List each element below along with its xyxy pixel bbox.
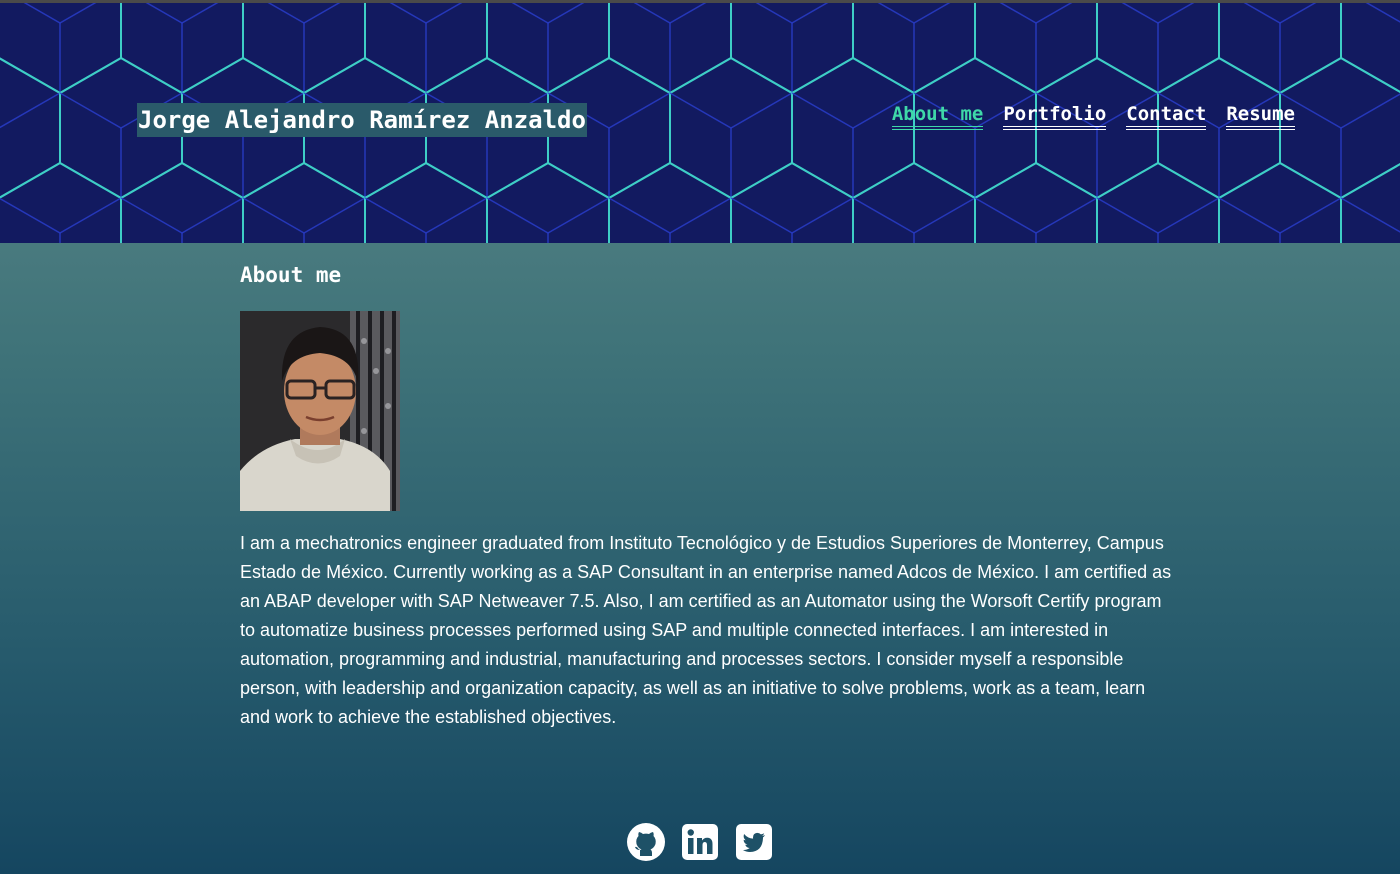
site-header: Jorge Alejandro Ramírez Anzaldo About me… [0, 3, 1400, 243]
nav-about-me[interactable]: About me [891, 103, 984, 130]
profile-photo [240, 311, 400, 511]
site-title[interactable]: Jorge Alejandro Ramírez Anzaldo [137, 103, 587, 137]
about-section: About me I am a mechatronics engineer gr… [240, 243, 1175, 732]
twitter-icon[interactable] [734, 822, 774, 862]
main-nav: About me Portfolio Contact Resume [891, 103, 1295, 130]
nav-portfolio[interactable]: Portfolio [1003, 103, 1107, 130]
social-links [0, 822, 1400, 862]
bio-paragraph: I am a mechatronics engineer graduated f… [240, 533, 1172, 727]
github-icon[interactable] [626, 822, 666, 862]
section-title: About me [240, 263, 342, 287]
linkedin-icon[interactable] [680, 822, 720, 862]
nav-resume[interactable]: Resume [1226, 103, 1295, 130]
nav-contact[interactable]: Contact [1126, 103, 1207, 130]
